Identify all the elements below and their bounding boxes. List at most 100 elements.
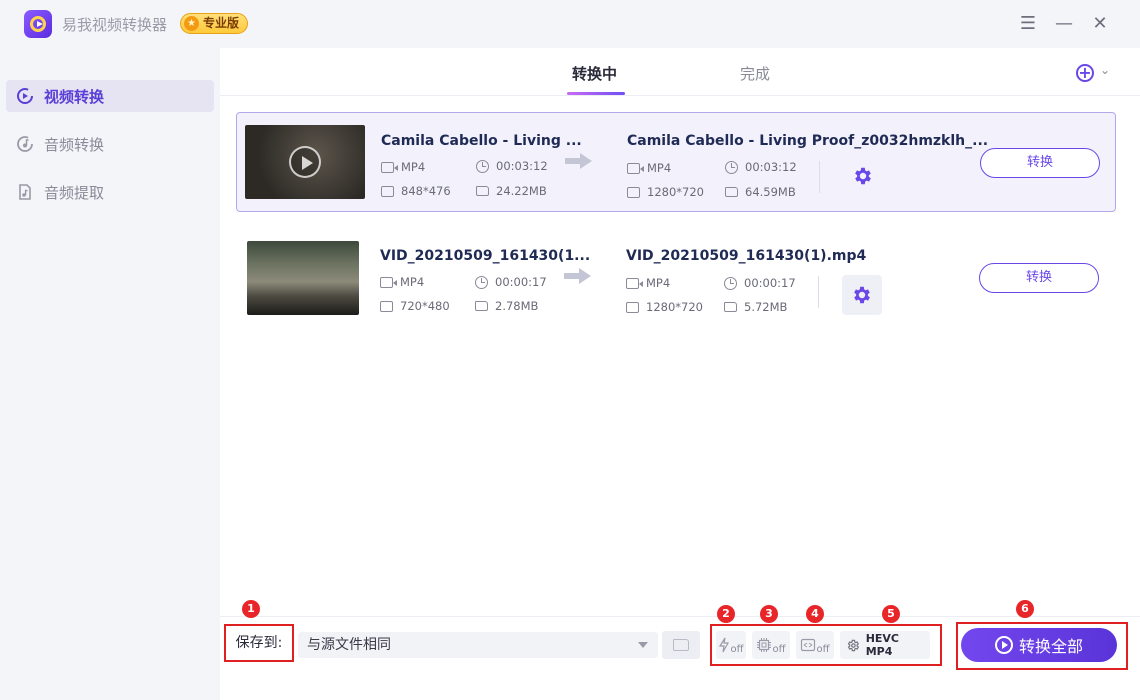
- output-format: MP4: [626, 276, 670, 290]
- sidebar-item-label: 视频转换: [44, 87, 105, 106]
- source-size: 24.22MB: [476, 184, 547, 198]
- source-file-name: VID_20210509_161430(1...: [380, 248, 591, 264]
- sidebar-item-video-convert[interactable]: 视频转换: [6, 80, 214, 112]
- convert-button[interactable]: 转换: [979, 263, 1099, 293]
- video-format-icon: [381, 161, 398, 173]
- output-size: 5.72MB: [724, 300, 787, 314]
- source-resolution-value: 848*476: [401, 184, 451, 198]
- clock-icon: [475, 275, 488, 289]
- file-row[interactable]: VID_20210509_161430(1... MP4 00:00:17 72…: [236, 228, 1116, 328]
- source-size: 2.78MB: [475, 299, 538, 313]
- merge-icon: [801, 638, 816, 652]
- gear-icon: [847, 639, 860, 651]
- output-format-button[interactable]: HEVC MP4: [840, 631, 930, 659]
- minimize-button[interactable]: —: [1052, 12, 1076, 36]
- active-tab-indicator: [567, 92, 625, 95]
- pro-badge[interactable]: ★ 专业版: [180, 13, 249, 34]
- output-settings-button[interactable]: [843, 156, 883, 196]
- app-logo: [24, 10, 52, 38]
- main-panel: 转换中 完成 + ⌄ Camila Cabello - Living ... M…: [220, 48, 1140, 700]
- lightning-icon: [719, 637, 730, 653]
- convert-all-label: 转换全部: [1018, 637, 1083, 656]
- resolution-icon: [381, 185, 394, 197]
- folder-icon: [475, 301, 488, 311]
- add-file-icon[interactable]: +: [1076, 64, 1094, 82]
- tab-bar: 转换中 完成 + ⌄: [220, 48, 1140, 96]
- file-row[interactable]: Camila Cabello - Living ... MP4 00:03:12…: [236, 112, 1116, 212]
- folder-icon: [673, 639, 689, 651]
- convert-all-button[interactable]: 转换全部: [961, 628, 1117, 662]
- arrow-right-icon: [565, 153, 593, 169]
- output-size: 64.59MB: [725, 185, 796, 199]
- output-resolution: 1280*720: [627, 185, 704, 199]
- audio-convert-icon: [16, 135, 34, 153]
- output-duration-value: 00:03:12: [745, 160, 797, 174]
- sidebar-item-label: 音频转换: [44, 135, 105, 154]
- output-settings-button[interactable]: [842, 275, 882, 315]
- output-format: MP4: [627, 161, 671, 175]
- annotation-marker-6: 6: [1016, 600, 1034, 618]
- source-duration-value: 00:00:17: [495, 275, 547, 289]
- save-path-select[interactable]: 与源文件相同: [298, 632, 658, 658]
- play-icon[interactable]: [289, 146, 321, 178]
- convert-icon: [994, 636, 1013, 654]
- output-resolution-value: 1280*720: [646, 300, 703, 314]
- output-format-value: MP4: [646, 276, 671, 290]
- off-label: off: [730, 643, 744, 655]
- annotation-marker-1: 1: [242, 600, 260, 618]
- video-thumbnail[interactable]: [247, 241, 359, 315]
- folder-icon: [476, 186, 489, 196]
- output-size-value: 5.72MB: [744, 300, 788, 314]
- video-format-icon: [380, 276, 397, 288]
- source-resolution-value: 720*480: [400, 299, 450, 313]
- source-format: MP4: [381, 160, 425, 174]
- output-duration-value: 00:00:17: [744, 276, 796, 290]
- source-resolution: 848*476: [381, 184, 451, 198]
- folder-icon: [724, 302, 737, 312]
- output-resolution-value: 1280*720: [647, 185, 704, 199]
- clock-icon: [724, 276, 737, 290]
- merge-toggle[interactable]: off: [796, 631, 834, 659]
- hardware-acceleration-toggle[interactable]: off: [716, 631, 746, 659]
- star-icon: ★: [184, 16, 199, 31]
- chevron-down-icon[interactable]: ⌄: [1100, 63, 1110, 77]
- sidebar-item-label: 音频提取: [44, 183, 105, 202]
- output-format-value: MP4: [647, 161, 672, 175]
- source-size-value: 24.22MB: [496, 184, 547, 198]
- sidebar-item-audio-convert[interactable]: 音频转换: [6, 128, 214, 160]
- gear-icon: [855, 167, 871, 185]
- resolution-icon: [627, 186, 640, 198]
- source-duration: 00:03:12: [476, 159, 548, 173]
- source-format-value: MP4: [400, 275, 425, 289]
- chevron-down-icon: [638, 642, 648, 648]
- sidebar-item-audio-extract[interactable]: 音频提取: [6, 176, 214, 208]
- annotation-marker-2: 2: [717, 605, 735, 623]
- output-file-name: VID_20210509_161430(1).mp4: [626, 248, 867, 264]
- tab-completed[interactable]: 完成: [740, 63, 770, 84]
- chip-icon: [757, 638, 772, 652]
- video-convert-icon: [16, 87, 34, 105]
- video-thumbnail[interactable]: [245, 125, 365, 199]
- resolution-icon: [380, 300, 393, 312]
- sidebar: 视频转换 音频转换 音频提取: [0, 48, 220, 700]
- app-title: 易我视频转换器: [62, 16, 168, 34]
- arrow-right-icon: [564, 268, 592, 284]
- close-button[interactable]: ✕: [1088, 12, 1112, 36]
- annotation-marker-4: 4: [806, 605, 824, 623]
- save-to-label: 保存到:: [224, 624, 294, 662]
- folder-icon: [725, 187, 738, 197]
- output-format-label: HEVC MP4: [865, 632, 900, 658]
- output-duration: 00:03:12: [725, 160, 797, 174]
- title-bar: 易我视频转换器 ★ 专业版 ☰ — ✕: [0, 0, 1140, 48]
- pro-badge-label: 专业版: [203, 16, 240, 30]
- menu-icon[interactable]: ☰: [1016, 12, 1040, 36]
- tab-converting[interactable]: 转换中: [572, 63, 617, 84]
- browse-folder-button[interactable]: [662, 631, 700, 659]
- gpu-toggle[interactable]: off: [752, 631, 790, 659]
- convert-button[interactable]: 转换: [980, 148, 1100, 178]
- source-size-value: 2.78MB: [495, 299, 539, 313]
- source-duration-value: 00:03:12: [496, 159, 548, 173]
- output-resolution: 1280*720: [626, 300, 703, 314]
- source-format-value: MP4: [401, 160, 426, 174]
- output-duration: 00:00:17: [724, 276, 796, 290]
